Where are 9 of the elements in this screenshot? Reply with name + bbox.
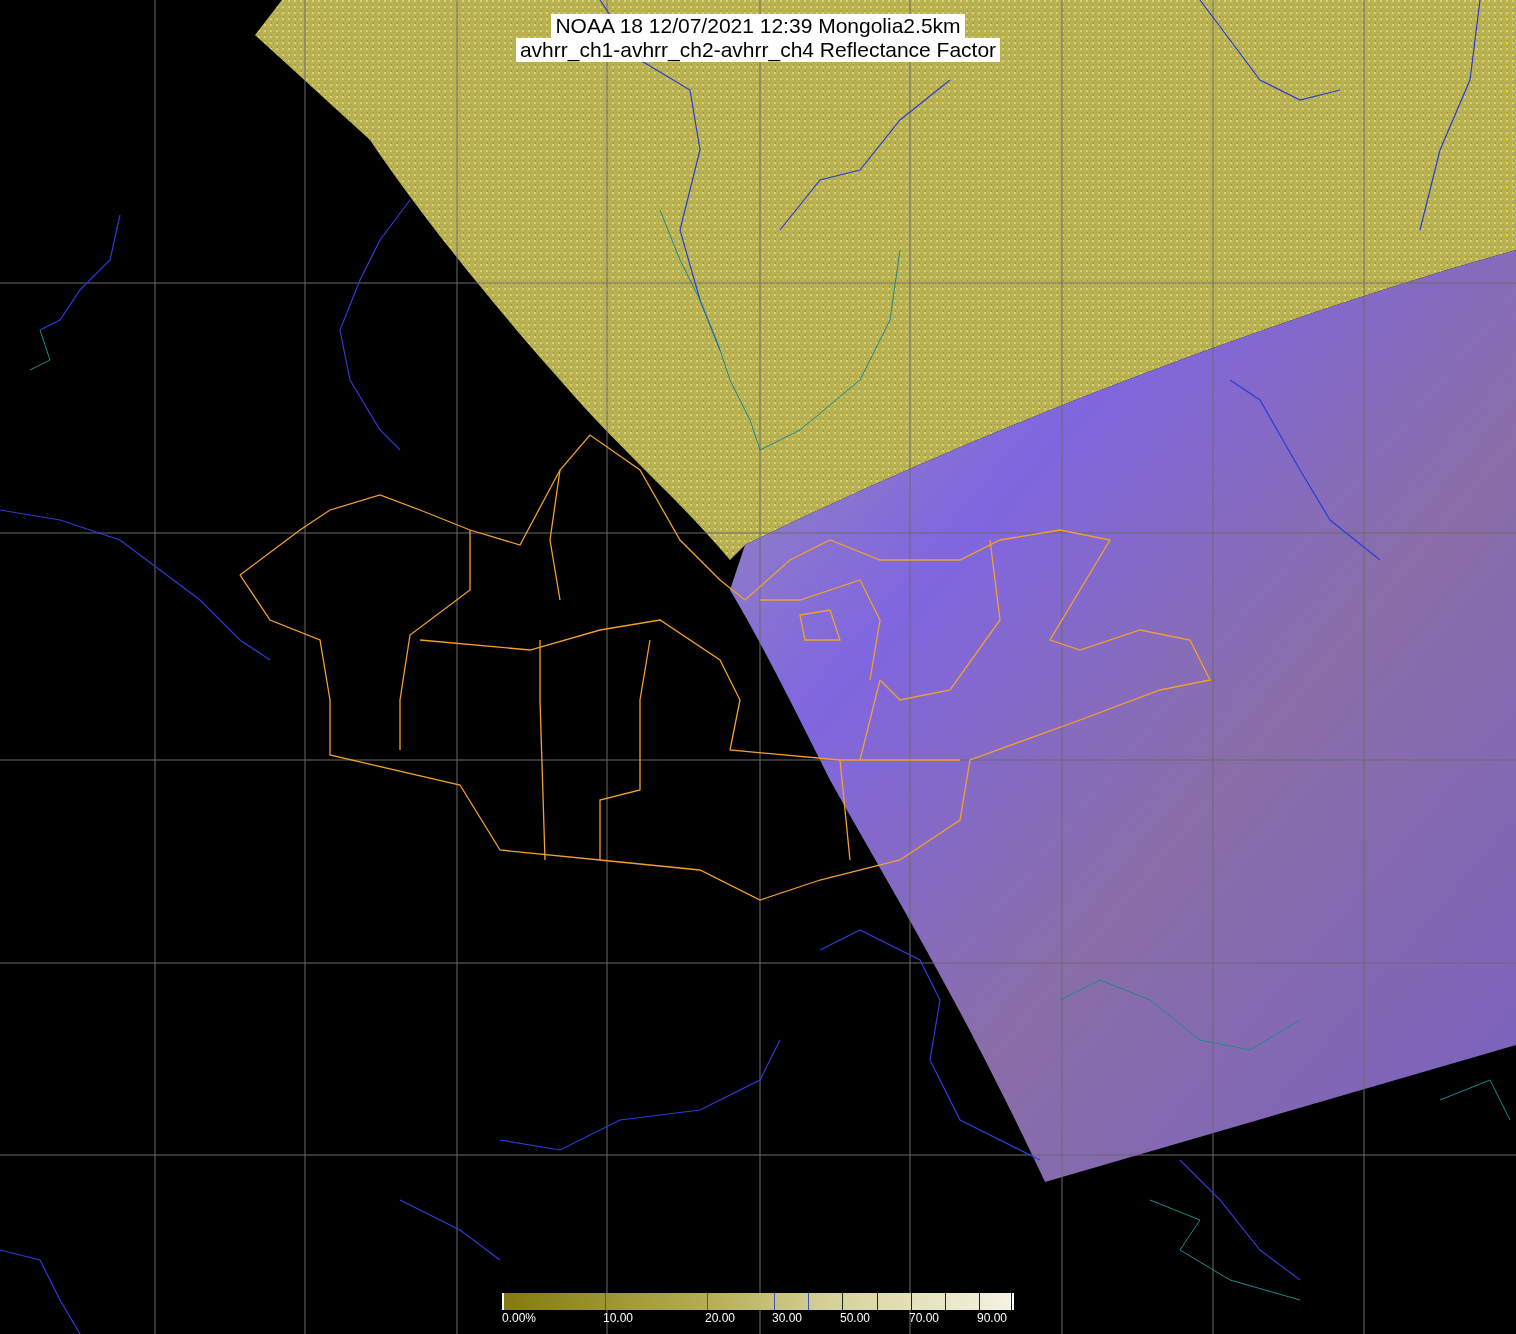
map-title: NOAA 18 12/07/2021 12:39 Mongolia2.5km xyxy=(551,14,965,38)
scale-label: 50.00 xyxy=(840,1311,871,1325)
scale-label: 20.00 xyxy=(705,1311,736,1325)
scale-label: 10.00 xyxy=(603,1311,634,1325)
scale-label: 0.00% xyxy=(502,1311,537,1325)
scale-label: 70.00 xyxy=(909,1311,940,1325)
scale-label: 90.00 xyxy=(977,1311,1008,1325)
scale-label: 30.00 xyxy=(772,1311,803,1325)
map-title: avhrr_ch1-avhrr_ch2-avhrr_ch4 Reflectance Factor xyxy=(515,38,1001,62)
